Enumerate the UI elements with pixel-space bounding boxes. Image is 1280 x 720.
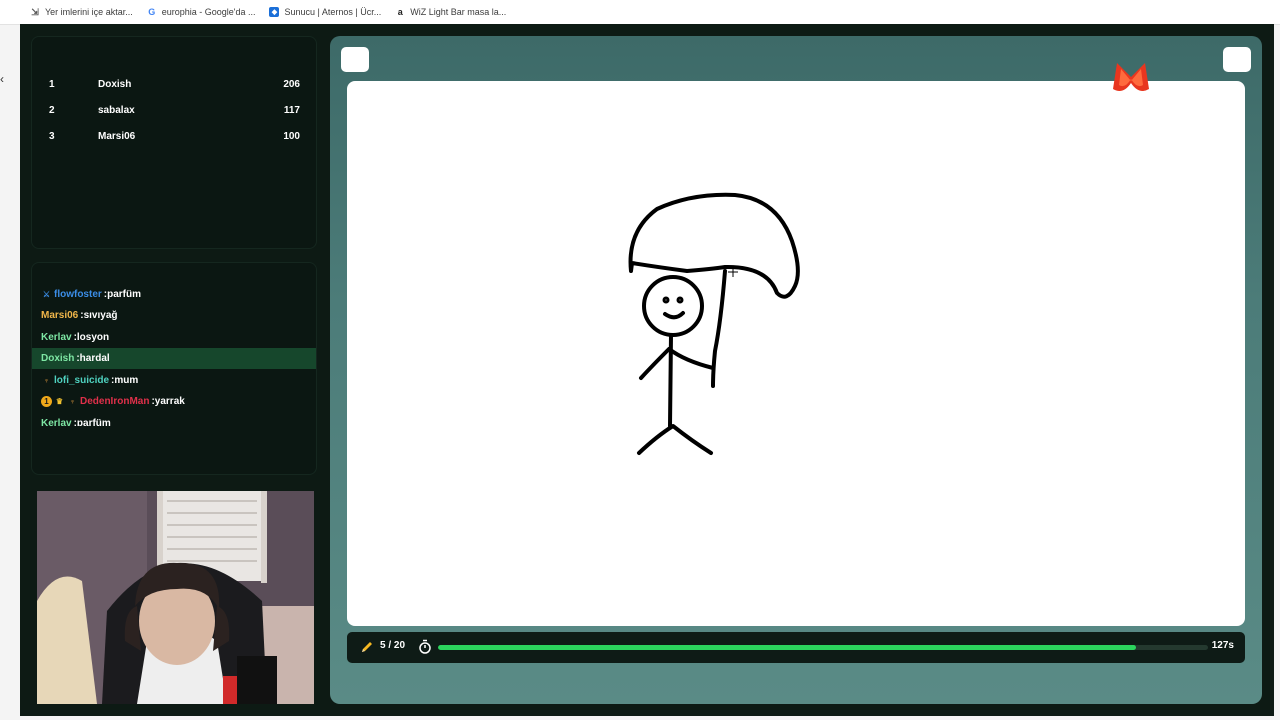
aternos-icon: ◆	[269, 7, 280, 17]
leaderboard-row: 1 Doxish 206	[32, 79, 318, 95]
antler-icon: ♆	[43, 376, 50, 385]
rank: 3	[49, 131, 55, 142]
chat-username: flowfoster	[54, 289, 102, 300]
timer-icon	[419, 639, 431, 654]
antler-icon: ♆	[69, 397, 76, 406]
right-eye-stroke	[676, 296, 684, 304]
bookmark-aternos[interactable]: ◆ Sunucu | Aternos | Ücr...	[269, 7, 381, 17]
player-name: Marsi06	[98, 131, 136, 142]
player-score: 206	[283, 79, 300, 90]
chat-message: ⚔ flowfoster :parfüm	[32, 284, 316, 305]
chat-message: ♆ lofi_suicide :mum	[32, 370, 316, 391]
timer-progress-fill	[438, 645, 1137, 650]
chat-text: :parfüm	[73, 418, 111, 426]
game-logo-icon	[1113, 63, 1149, 91]
leaderboard-row: 2 sabalax 117	[32, 105, 318, 121]
right-menu-button[interactable]	[1223, 47, 1251, 72]
legs-stroke	[637, 424, 713, 455]
left-eye-stroke	[662, 296, 670, 304]
pencil-icon	[362, 642, 372, 652]
webcam-feed	[37, 491, 314, 704]
drawing-strokes	[628, 192, 800, 455]
bookmark-import[interactable]: ⇲ Yer imlerini içe aktar...	[30, 6, 133, 18]
rank-one-badge-icon: 1	[41, 396, 52, 407]
chat-username: lofi_suicide	[54, 375, 110, 386]
round-counter: 5 / 20	[380, 640, 406, 651]
bookmark-google[interactable]: G europhia - Google'da ...	[147, 7, 256, 17]
webcam-scene	[37, 491, 314, 704]
bookmark-label: Sunucu | Aternos | Ücr...	[284, 7, 382, 17]
time-remaining: 127s	[1211, 640, 1234, 651]
chat-message: Kerlav :parfüm	[32, 418, 316, 426]
chevron-left-icon[interactable]: ‹	[0, 72, 4, 86]
timer-progress-bar	[438, 645, 1208, 650]
chat-message-highlighted: Doxish :hardal	[32, 348, 316, 369]
bookmark-label: Yer imlerini içe aktar...	[45, 7, 133, 17]
crown-icon: ♛	[55, 397, 64, 406]
chat-username: Kerlav	[41, 332, 72, 343]
browser-right-edge	[1274, 25, 1280, 720]
chat-text: :hardal	[76, 353, 110, 364]
chat-text: :sıvıyağ	[80, 310, 118, 321]
mouth-stroke	[663, 311, 685, 320]
player-score: 117	[283, 105, 300, 116]
leaderboard-row: 3 Marsi06 100	[32, 131, 318, 147]
left-menu-button[interactable]	[341, 47, 369, 72]
chat-text: :losyon	[73, 332, 110, 343]
chat-username: DedenIronMan	[80, 396, 150, 407]
chat-panel[interactable]: ⚔ flowfoster :parfüm Marsi06 :sıvıyağ Ke…	[31, 262, 317, 475]
drawing-canvas[interactable]	[347, 81, 1245, 626]
game-panel: 5 / 20 127s	[330, 36, 1262, 704]
chat-text: :yarrak	[151, 396, 185, 407]
rank: 1	[49, 79, 55, 90]
chat-message: Kerlav :losyon	[32, 327, 316, 348]
player-name: Doxish	[98, 79, 132, 90]
chat-text: :parfüm	[103, 289, 142, 300]
google-icon: G	[148, 7, 156, 17]
chat-message: 1 ♛ ♆ DedenIronMan :yarrak	[32, 391, 316, 412]
player-score: 100	[283, 131, 300, 142]
import-icon: ⇲	[31, 6, 39, 17]
chat-text: :mum	[111, 375, 139, 386]
player-name: sabalax	[98, 105, 135, 116]
bookmark-label: WiZ Light Bar masa la...	[410, 7, 507, 17]
browser-left-edge: ‹ +	[0, 25, 20, 720]
bookmark-amazon[interactable]: a WiZ Light Bar masa la...	[395, 7, 507, 17]
chat-username: Kerlav	[41, 418, 72, 426]
sword-icon: ⚔	[42, 290, 51, 299]
leaderboard-panel: 1 Doxish 206 2 sabalax 117 3 Marsi06 100	[31, 36, 317, 249]
arms-stroke	[639, 347, 715, 380]
chat-message: Marsi06 :sıvıyağ	[32, 305, 316, 326]
head-stroke	[642, 275, 704, 337]
bookmark-label: europhia - Google'da ...	[161, 7, 256, 17]
round-status-bar: 5 / 20 127s	[347, 632, 1245, 663]
rank: 2	[49, 105, 55, 116]
bookmarks-bar: ⇲ Yer imlerini içe aktar... G europhia -…	[0, 0, 1280, 25]
chat-username: Doxish	[41, 353, 75, 364]
amazon-icon: a	[397, 7, 403, 17]
chat-username: Marsi06	[41, 310, 79, 321]
